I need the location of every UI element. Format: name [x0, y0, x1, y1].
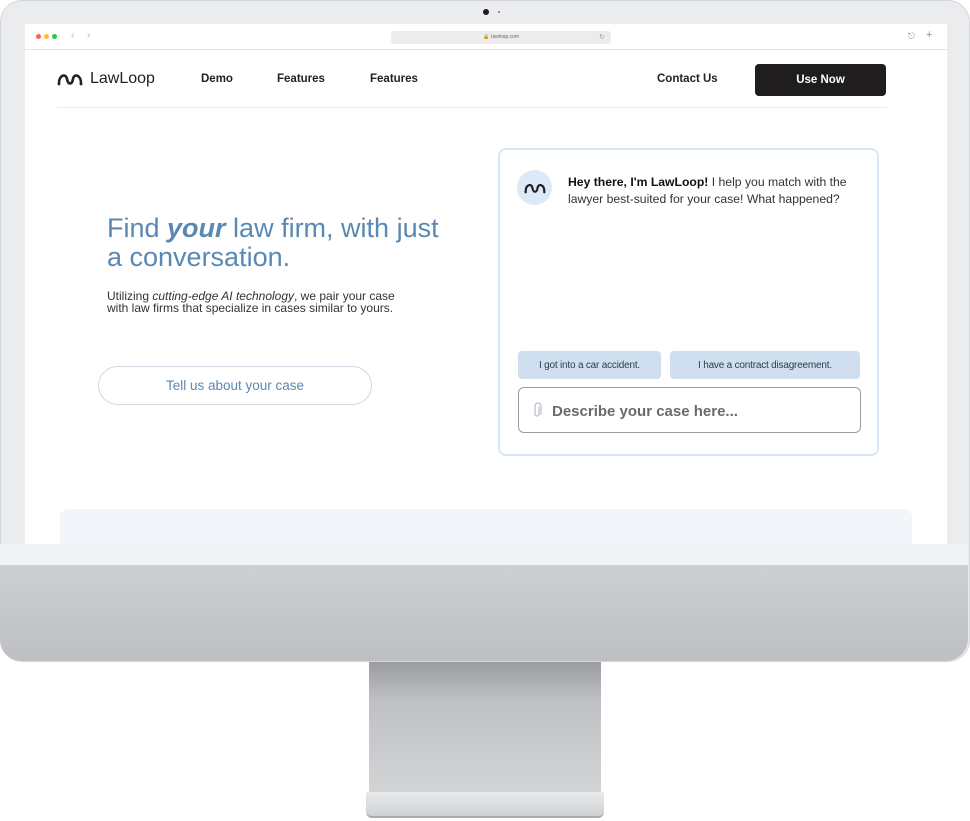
screen-bottom-bezel [0, 544, 968, 565]
bot-greeting: Hey there, I'm LawLoop! [568, 175, 709, 189]
lock-icon: 🔒 [482, 34, 490, 40]
camera-sensor [498, 11, 500, 13]
suggestion-chip[interactable]: I got into a car accident. [518, 351, 661, 379]
browser-toolbar: ‹ › 🔒 lawloop.com ↻ ⎋ + [25, 24, 947, 50]
chat-panel: Hey there, I'm LawLoop! I help you match… [498, 148, 879, 456]
lawloop-logo-icon [57, 74, 83, 86]
screen: ‹ › 🔒 lawloop.com ↻ ⎋ + LawLoop Demo Feat… [25, 24, 947, 545]
maximize-window-button[interactable] [52, 34, 57, 39]
brand-name: LawLoop [90, 70, 155, 87]
close-window-button[interactable] [36, 34, 41, 39]
address-bar[interactable]: 🔒 lawloop.com ↻ [391, 31, 611, 44]
nav-demo[interactable]: Demo [201, 73, 233, 85]
monitor-chin [0, 565, 968, 661]
hero-title: Find your law firm, with just a conversa… [107, 214, 447, 272]
bot-avatar [517, 170, 552, 205]
nav-features[interactable]: Features [277, 73, 325, 85]
site-header: LawLoop Demo Features Features Contact U… [57, 62, 887, 108]
reload-icon[interactable]: ↻ [599, 31, 605, 44]
share-icon[interactable]: ⎋ [908, 31, 915, 42]
features-section [60, 509, 912, 545]
use-now-button[interactable]: Use Now [755, 64, 886, 96]
paperclip-icon[interactable] [532, 402, 542, 419]
hero-subtitle: Utilizing cutting-edge AI technology, we… [107, 290, 397, 314]
camera [483, 9, 489, 15]
nav-contact-us[interactable]: Contact Us [657, 73, 718, 85]
nav-features-2[interactable]: Features [370, 73, 418, 85]
logo[interactable]: LawLoop [57, 68, 155, 90]
forward-icon[interactable]: › [87, 30, 90, 42]
tell-us-button[interactable]: Tell us about your case [98, 366, 372, 405]
case-description-input[interactable] [552, 398, 852, 424]
hero-title-pre: Find [107, 213, 168, 243]
minimize-window-button[interactable] [44, 34, 49, 39]
url-text: lawloop.com [491, 34, 520, 40]
monitor-stand-foot [366, 792, 604, 818]
monitor-stand [369, 662, 601, 794]
bot-message: Hey there, I'm LawLoop! I help you match… [568, 174, 853, 207]
case-input-box [518, 387, 861, 433]
new-tab-icon[interactable]: + [926, 29, 932, 41]
back-icon[interactable]: ‹ [71, 30, 74, 42]
suggestion-chip[interactable]: I have a contract disagreement. [670, 351, 860, 379]
lawloop-logo-icon [524, 183, 545, 193]
hero-title-emphasis: your [167, 213, 226, 243]
